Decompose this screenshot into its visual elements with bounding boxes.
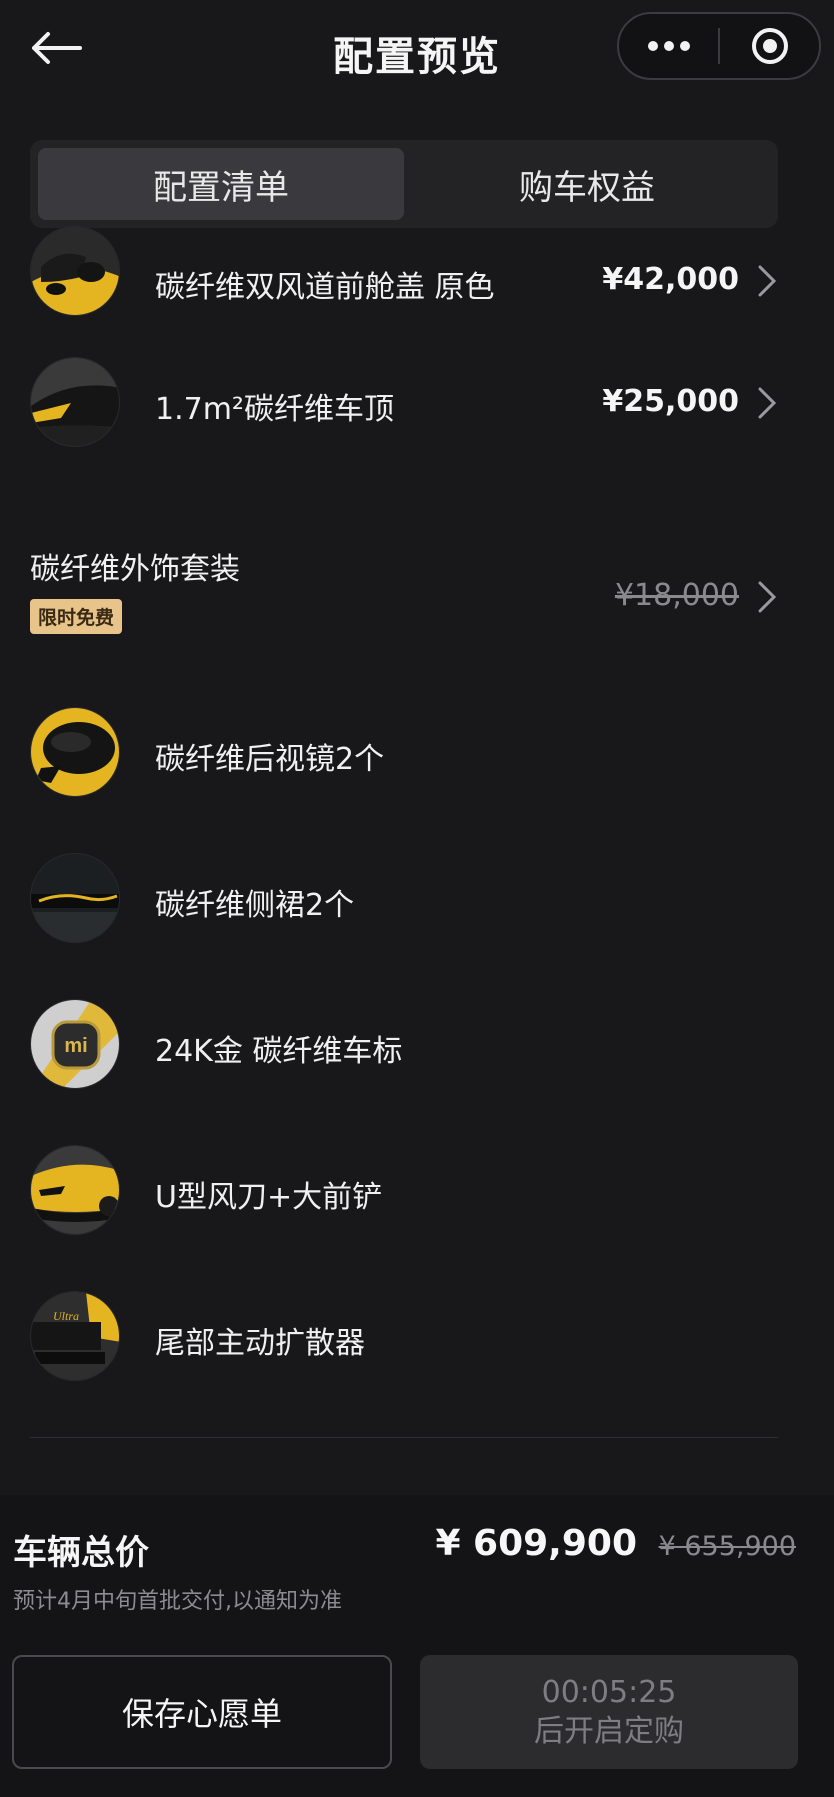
item-label: 碳纤维双风道前舱盖 原色 xyxy=(155,270,495,305)
side-skirt-thumbnail xyxy=(30,853,120,943)
chevron-right-icon[interactable] xyxy=(756,386,778,420)
list-divider xyxy=(30,1437,778,1438)
item-label: 1.7m²碳纤维车顶 xyxy=(155,392,394,427)
more-dots-icon xyxy=(647,41,690,51)
item-label: 碳纤维后视镜2个 xyxy=(155,742,385,777)
tab-config-list[interactable]: 配置清单 xyxy=(38,148,404,220)
package-label: 碳纤维外饰套装 xyxy=(30,552,240,587)
front-splitter-thumbnail xyxy=(30,1145,120,1235)
delivery-note: 预计4月中旬首批交付,以通知为准 xyxy=(13,1589,342,1614)
total-price-label: 车辆总价 xyxy=(13,1533,149,1573)
rear-diffuser-thumbnail: Ultra xyxy=(30,1291,120,1381)
item-label: 尾部主动扩散器 xyxy=(155,1326,365,1361)
hood-thumbnail xyxy=(30,226,120,316)
svg-text:Ultra: Ultra xyxy=(53,1309,79,1323)
list-item-rear-diffuser: Ultra 尾部主动扩散器 xyxy=(0,1276,834,1396)
package-original-price: ¥18,000 xyxy=(614,578,739,613)
countdown-timer: 00:05:25 xyxy=(541,1675,677,1710)
item-label: 碳纤维侧裙2个 xyxy=(155,888,355,923)
list-item-front-splitter: U型风刀+大前铲 xyxy=(0,1130,834,1250)
list-item-logo: mi 24K金 碳纤维车标 xyxy=(0,984,834,1104)
free-badge: 限时免费 xyxy=(30,599,123,634)
bottom-panel: 车辆总价 ¥ 609,900 ¥ 655,900 预计4月中旬首批交付,以通知为… xyxy=(0,1495,834,1797)
tab-bar: 配置清单 购车权益 xyxy=(30,140,778,228)
order-button-label: 后开启定购 xyxy=(534,1714,684,1749)
list-item-carbon-package[interactable]: 碳纤维外饰套装 限时免费 ¥18,000 xyxy=(0,544,834,649)
item-price: ¥42,000 xyxy=(602,262,739,297)
item-label: U型风刀+大前铲 xyxy=(155,1180,383,1215)
original-total-price: ¥ 655,900 xyxy=(658,1531,796,1562)
item-price: ¥25,000 xyxy=(602,384,739,419)
close-mini-program-button[interactable] xyxy=(720,14,819,78)
roof-thumbnail xyxy=(30,357,120,447)
mini-program-capsule xyxy=(617,12,821,80)
total-price: ¥ 609,900 xyxy=(435,1523,637,1564)
list-item-hood[interactable]: 碳纤维双风道前舱盖 原色 ¥42,000 xyxy=(0,226,834,332)
logo-thumbnail: mi xyxy=(30,999,120,1089)
chevron-right-icon[interactable] xyxy=(756,264,778,298)
save-wishlist-button[interactable]: 保存心愿单 xyxy=(12,1655,392,1769)
top-bar: 配置预览 xyxy=(0,0,834,100)
list-item-mirror: 碳纤维后视镜2个 xyxy=(0,692,834,812)
chevron-right-icon[interactable] xyxy=(756,580,778,614)
list-item-roof[interactable]: 1.7m²碳纤维车顶 ¥25,000 xyxy=(0,342,834,462)
list-item-side-skirt: 碳纤维侧裙2个 xyxy=(0,838,834,958)
more-button[interactable] xyxy=(619,14,718,78)
tab-purchase-benefits[interactable]: 购车权益 xyxy=(404,148,770,220)
mirror-thumbnail xyxy=(30,707,120,797)
item-label: 24K金 碳纤维车标 xyxy=(155,1034,403,1069)
target-icon xyxy=(751,28,788,64)
svg-text:mi: mi xyxy=(64,1035,87,1057)
order-button[interactable]: 00:05:25 后开启定购 xyxy=(420,1655,798,1769)
